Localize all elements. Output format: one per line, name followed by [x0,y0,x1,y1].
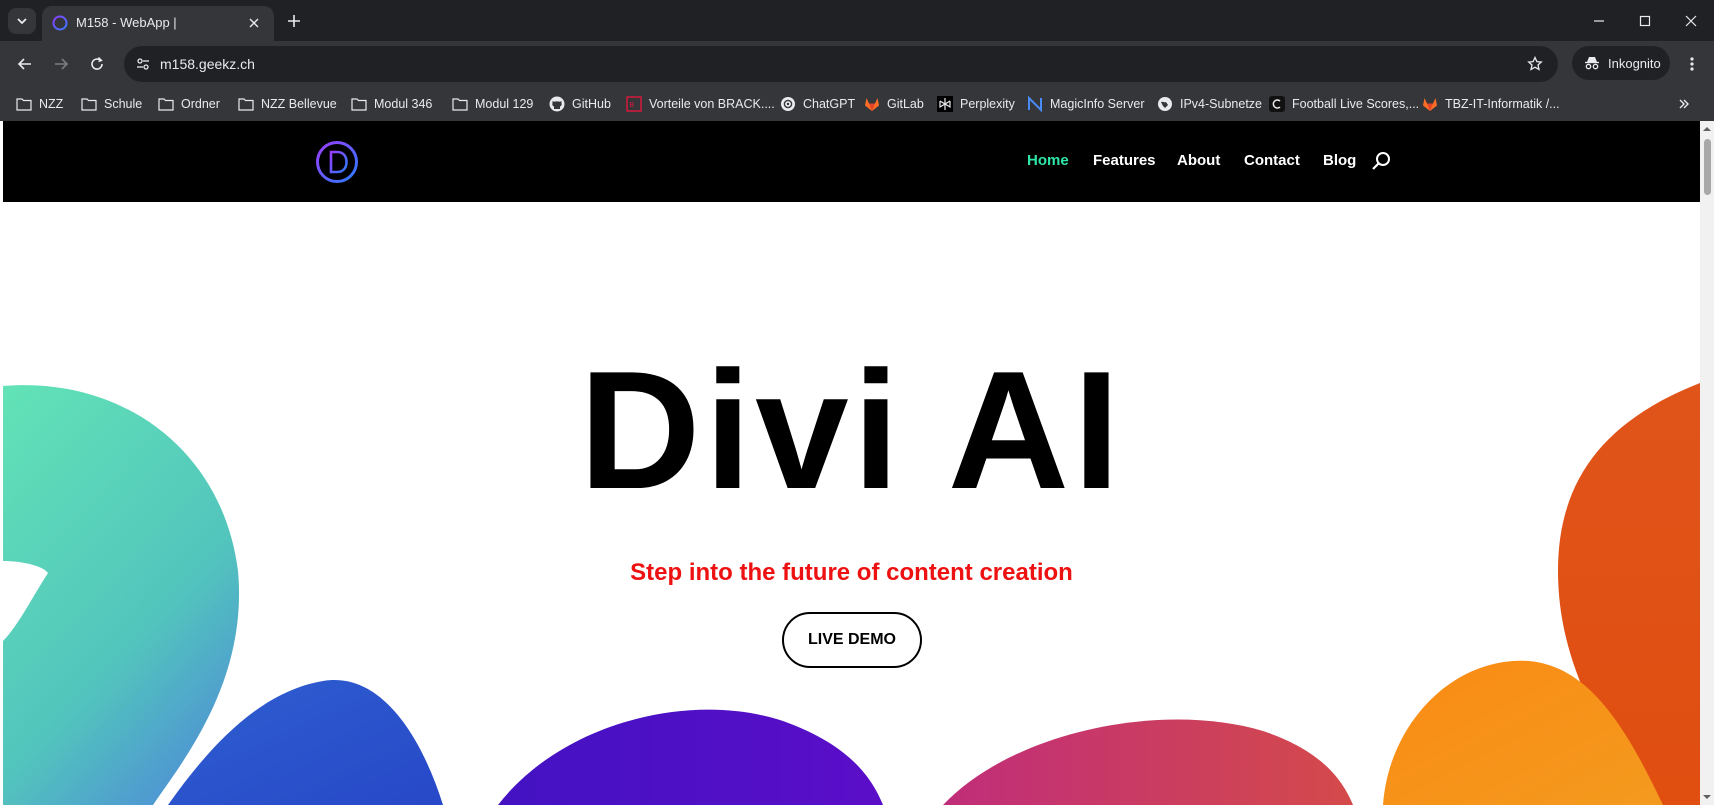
bookmark-star-button[interactable] [1524,53,1546,75]
arrow-right-icon [55,58,69,70]
maximize-icon [1639,15,1651,27]
bookmark-label: Vorteile von BRACK.... [649,97,775,111]
bookmark-label: TBZ-IT-Informatik /... [1445,97,1560,111]
browser-menu-button[interactable] [1680,51,1704,77]
folder-icon [452,98,468,111]
new-tab-button[interactable] [282,10,306,32]
folder-icon [158,98,174,111]
nav-about[interactable]: About [1177,152,1220,169]
close-icon [1685,15,1697,27]
magicinfo-icon [1028,96,1042,112]
tab-close-button[interactable] [244,13,264,33]
close-icon [249,18,259,28]
nav-features[interactable]: Features [1093,152,1156,169]
bookmark-gitlab[interactable]: GitLab [864,93,924,115]
scrollbar-thumb[interactable] [1704,139,1711,195]
maximize-button[interactable] [1630,8,1660,34]
bookmark-modul-129[interactable]: Modul 129 [452,93,533,115]
bookmark-modul-346[interactable]: Modul 346 [351,93,432,115]
bookmark-github[interactable]: GitHub [549,93,611,115]
tune-icon [137,58,149,70]
tab-title: M158 - WebApp | [76,15,177,30]
bookmark-schule[interactable]: Schule [81,93,142,115]
bookmark-football-live-scores[interactable]: Football Live Scores,... [1269,93,1419,115]
page-scrollbar[interactable] [1700,121,1714,805]
football-icon [1269,96,1285,112]
site-header: Home Features About Contact Blog [3,121,1700,202]
address-bar[interactable]: m158.geekz.ch [124,46,1558,82]
perplexity-icon [937,96,953,112]
folder-icon [238,98,254,111]
scroll-down-arrow-icon[interactable] [1703,793,1711,801]
gitlab-icon [865,98,879,111]
page-viewport: Home Features About Contact Blog Divi AI… [3,121,1700,805]
bookmark-label: ChatGPT [803,97,856,111]
chatgpt-icon [781,97,795,111]
bookmark-label: Ordner [181,97,220,111]
bookmark-perplexity[interactable]: Perplexity [937,93,1015,115]
scroll-up-arrow-icon[interactable] [1703,125,1711,133]
bookmarks-bar: NZZ Schule Ordner NZZ Bellevue Modul 346… [0,87,1714,121]
kebab-menu-icon [1690,57,1694,71]
bookmark-label: Schule [104,97,143,111]
brack-icon: B [626,96,642,112]
bookmark-chatgpt[interactable]: ChatGPT [780,93,855,115]
folder-icon [81,98,97,111]
reload-icon [91,57,103,70]
bookmark-label: MagicInfo Server [1050,97,1145,111]
reload-button[interactable] [83,51,111,77]
tab-strip: M158 - WebApp | [0,0,1714,41]
folder-icon [351,98,367,111]
hero-subtitle: Step into the future of content creation [630,559,1073,586]
bookmark-magicinfo[interactable]: MagicInfo Server [1027,93,1144,115]
tab-search-button[interactable] [8,8,36,34]
bookmark-label: NZZ Bellevue [261,97,337,111]
incognito-button[interactable]: Inkognito [1572,46,1670,80]
bookmark-nzz-bellevue[interactable]: NZZ Bellevue [238,93,337,115]
back-button[interactable] [11,51,39,77]
incognito-label: Inkognito [1608,55,1661,71]
url-text[interactable]: m158.geekz.ch [160,56,255,72]
site-info-button[interactable] [132,53,154,75]
bookmark-tbz-it-informatik[interactable]: TBZ-IT-Informatik /... [1422,93,1560,115]
bookmark-label: Modul 129 [475,97,534,111]
globe-icon [1158,97,1172,111]
double-chevron-right-icon [1679,99,1689,109]
browser-tab[interactable]: M158 - WebApp | [42,6,274,41]
bookmark-label: Football Live Scores,... [1292,97,1420,111]
nav-blog[interactable]: Blog [1323,152,1356,169]
window-close-button[interactable] [1676,8,1706,34]
bookmark-label: GitHub [572,97,611,111]
plus-icon [288,15,300,27]
github-icon [549,96,565,112]
divi-logo-icon[interactable] [315,140,359,184]
bookmark-ipv4-subnetze[interactable]: IPv4-Subnetze [1157,93,1262,115]
nav-home[interactable]: Home [1027,152,1069,169]
divi-favicon-icon [52,15,68,31]
folder-icon [16,98,32,111]
bookmark-label: GitLab [887,97,924,111]
hero-title: Divi AI [579,336,1124,524]
minimize-button[interactable] [1584,8,1614,34]
browser-toolbar: m158.geekz.ch Inkognito [0,41,1714,87]
svg-text:B: B [630,102,635,109]
gitlab-icon [1423,98,1437,111]
minimize-icon [1594,20,1604,22]
chevron-down-icon [17,18,27,25]
bookmark-label: Modul 346 [374,97,433,111]
bookmarks-overflow-button[interactable] [1674,94,1694,114]
bookmark-brack[interactable]: B Vorteile von BRACK.... [626,93,775,115]
forward-button[interactable] [47,51,75,77]
bookmark-nzz[interactable]: NZZ [16,93,63,115]
bookmark-label: Perplexity [960,97,1015,111]
search-icon[interactable] [1370,150,1392,172]
nav-contact[interactable]: Contact [1244,152,1300,169]
star-icon [1527,56,1543,71]
arrow-left-icon [17,58,31,70]
incognito-icon [1585,57,1599,70]
bookmark-label: IPv4-Subnetze [1180,97,1262,111]
bookmark-ordner[interactable]: Ordner [158,93,220,115]
live-demo-button[interactable]: LIVE DEMO [782,612,922,668]
bookmark-label: NZZ [39,97,64,111]
